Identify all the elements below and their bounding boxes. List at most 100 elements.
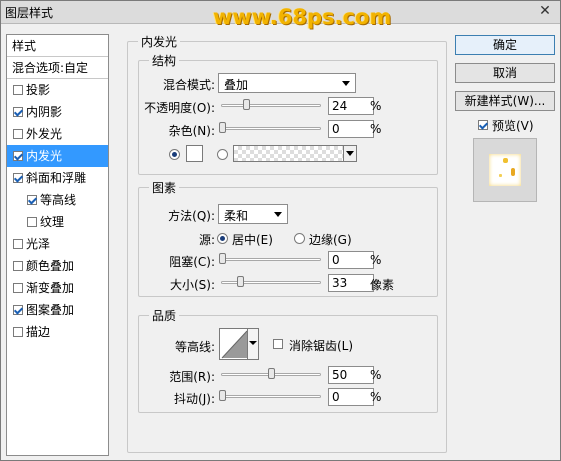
source-center-label[interactable]: 居中(E) (232, 231, 273, 248)
opacity-slider-thumb[interactable] (243, 99, 250, 110)
opacity-label: 不透明度(O): (144, 101, 215, 115)
range-label: 范围(R): (169, 370, 215, 384)
sidebar-item-checkbox[interactable] (13, 151, 23, 161)
preview-swatch (489, 154, 521, 186)
styles-list: 样式 混合选项:自定投影内阴影外发光内发光斜面和浮雕等高线纹理光泽颜色叠加渐变叠… (6, 34, 109, 456)
noise-slider[interactable] (219, 122, 321, 133)
preview-speck (511, 168, 515, 176)
antialias-label[interactable]: 消除锯齿(L) (289, 337, 353, 354)
sidebar-item[interactable]: 等高线 (7, 189, 108, 211)
sidebar-item-checkbox[interactable] (13, 283, 23, 293)
sidebar-item-label: 内发光 (26, 149, 63, 163)
choke-input[interactable]: 0 (328, 251, 374, 269)
glow-color-swatch[interactable] (186, 145, 203, 162)
range-slider[interactable] (221, 368, 321, 379)
choke-unit: % (370, 253, 382, 267)
sidebar-item[interactable]: 投影 (7, 79, 108, 101)
gradient-picker[interactable] (233, 145, 357, 162)
contour-label: 等高线: (174, 340, 215, 354)
source-edge-radio[interactable] (294, 233, 305, 244)
elements-title: 图素 (149, 179, 180, 196)
sidebar-item-checkbox[interactable] (13, 85, 23, 95)
sidebar-item-checkbox[interactable] (13, 327, 23, 337)
contour-dropdown-button[interactable] (247, 329, 258, 359)
contour-picker[interactable] (219, 328, 259, 360)
sidebar-item[interactable]: 图案叠加 (7, 299, 108, 321)
jitter-label: 抖动(J): (174, 392, 215, 406)
sidebar-item[interactable]: 光泽 (7, 233, 108, 255)
sidebar-item-checkbox[interactable] (27, 195, 37, 205)
sidebar-item-label: 纹理 (40, 215, 65, 229)
chevron-down-icon (274, 212, 282, 217)
opacity-input[interactable]: 24 (328, 97, 374, 115)
range-unit: % (370, 368, 382, 382)
inner-glow-title: 内发光 (138, 33, 181, 50)
jitter-slider[interactable] (219, 390, 321, 401)
ok-button[interactable]: 确定 (455, 35, 555, 55)
styles-header: 样式 (7, 35, 108, 57)
size-label: 大小(S): (169, 278, 215, 292)
technique-dropdown[interactable]: 柔和 (218, 204, 288, 224)
sidebar-item-checkbox[interactable] (13, 305, 23, 315)
sidebar-item-checkbox[interactable] (27, 217, 37, 227)
cancel-button[interactable]: 取消 (455, 63, 555, 83)
range-input[interactable]: 50 (328, 366, 374, 384)
source-label: 源: (198, 233, 215, 247)
sidebar-item[interactable]: 渐变叠加 (7, 277, 108, 299)
size-slider[interactable] (221, 276, 321, 287)
opacity-unit: % (370, 99, 382, 113)
preview-thumbnail (473, 138, 537, 202)
gradient-dropdown-button[interactable] (343, 146, 356, 161)
sidebar-item-checkbox[interactable] (13, 107, 23, 117)
sidebar-item[interactable]: 外发光 (7, 123, 108, 145)
antialias-checkbox[interactable] (273, 339, 283, 349)
blend-mode-value: 叠加 (224, 78, 249, 92)
size-slider-thumb[interactable] (237, 276, 244, 287)
sidebar-item[interactable]: 混合选项:自定 (7, 57, 108, 79)
sidebar-item[interactable]: 内发光 (7, 145, 108, 167)
sidebar-item[interactable]: 内阴影 (7, 101, 108, 123)
sidebar-item-label: 斜面和浮雕 (26, 171, 87, 185)
size-input[interactable]: 33 (328, 274, 374, 292)
jitter-input[interactable]: 0 (328, 388, 374, 406)
opacity-slider[interactable] (221, 99, 321, 110)
sidebar-item[interactable]: 颜色叠加 (7, 255, 108, 277)
sidebar-item-label: 光泽 (26, 237, 51, 251)
sidebar-item-label: 颜色叠加 (26, 259, 75, 273)
technique-value: 柔和 (224, 209, 249, 223)
sidebar-item-label: 渐变叠加 (26, 281, 75, 295)
noise-slider-thumb[interactable] (219, 122, 226, 133)
sidebar-item[interactable]: 纹理 (7, 211, 108, 233)
blend-mode-label: 混合模式: (162, 78, 215, 92)
sidebar-item-checkbox[interactable] (13, 261, 23, 271)
preview-label[interactable]: 预览(V) (492, 117, 534, 134)
chevron-down-icon (346, 151, 354, 156)
chevron-down-icon (342, 81, 350, 86)
sidebar-item-checkbox[interactable] (13, 239, 23, 249)
choke-slider-thumb[interactable] (219, 253, 226, 264)
close-icon[interactable]: ✕ (534, 3, 556, 20)
contour-curve-icon (221, 330, 248, 359)
preview-checkbox[interactable] (478, 120, 488, 130)
gradient-mode-radio[interactable] (217, 149, 228, 160)
source-center-radio[interactable] (217, 233, 228, 244)
blend-mode-dropdown[interactable]: 叠加 (218, 73, 356, 93)
choke-slider[interactable] (219, 253, 321, 264)
sidebar-item[interactable]: 斜面和浮雕 (7, 167, 108, 189)
choke-label: 阻塞(C): (169, 255, 215, 269)
sidebar-item-label: 混合选项:自定 (12, 61, 89, 75)
noise-unit: % (370, 122, 382, 136)
range-slider-thumb[interactable] (268, 368, 275, 379)
sidebar-item[interactable]: 描边 (7, 321, 108, 343)
sidebar-item-checkbox[interactable] (13, 129, 23, 139)
noise-input[interactable]: 0 (328, 120, 374, 138)
source-edge-label[interactable]: 边缘(G) (309, 231, 352, 248)
sidebar-item-checkbox[interactable] (13, 173, 23, 183)
new-style-button[interactable]: 新建样式(W)... (455, 91, 555, 111)
sidebar-item-label: 内阴影 (26, 105, 63, 119)
jitter-slider-thumb[interactable] (219, 390, 226, 401)
color-mode-radio[interactable] (169, 149, 180, 160)
sidebar-item-label: 描边 (26, 325, 51, 339)
technique-label: 方法(Q): (168, 209, 215, 223)
sidebar-item-label: 等高线 (40, 193, 77, 207)
